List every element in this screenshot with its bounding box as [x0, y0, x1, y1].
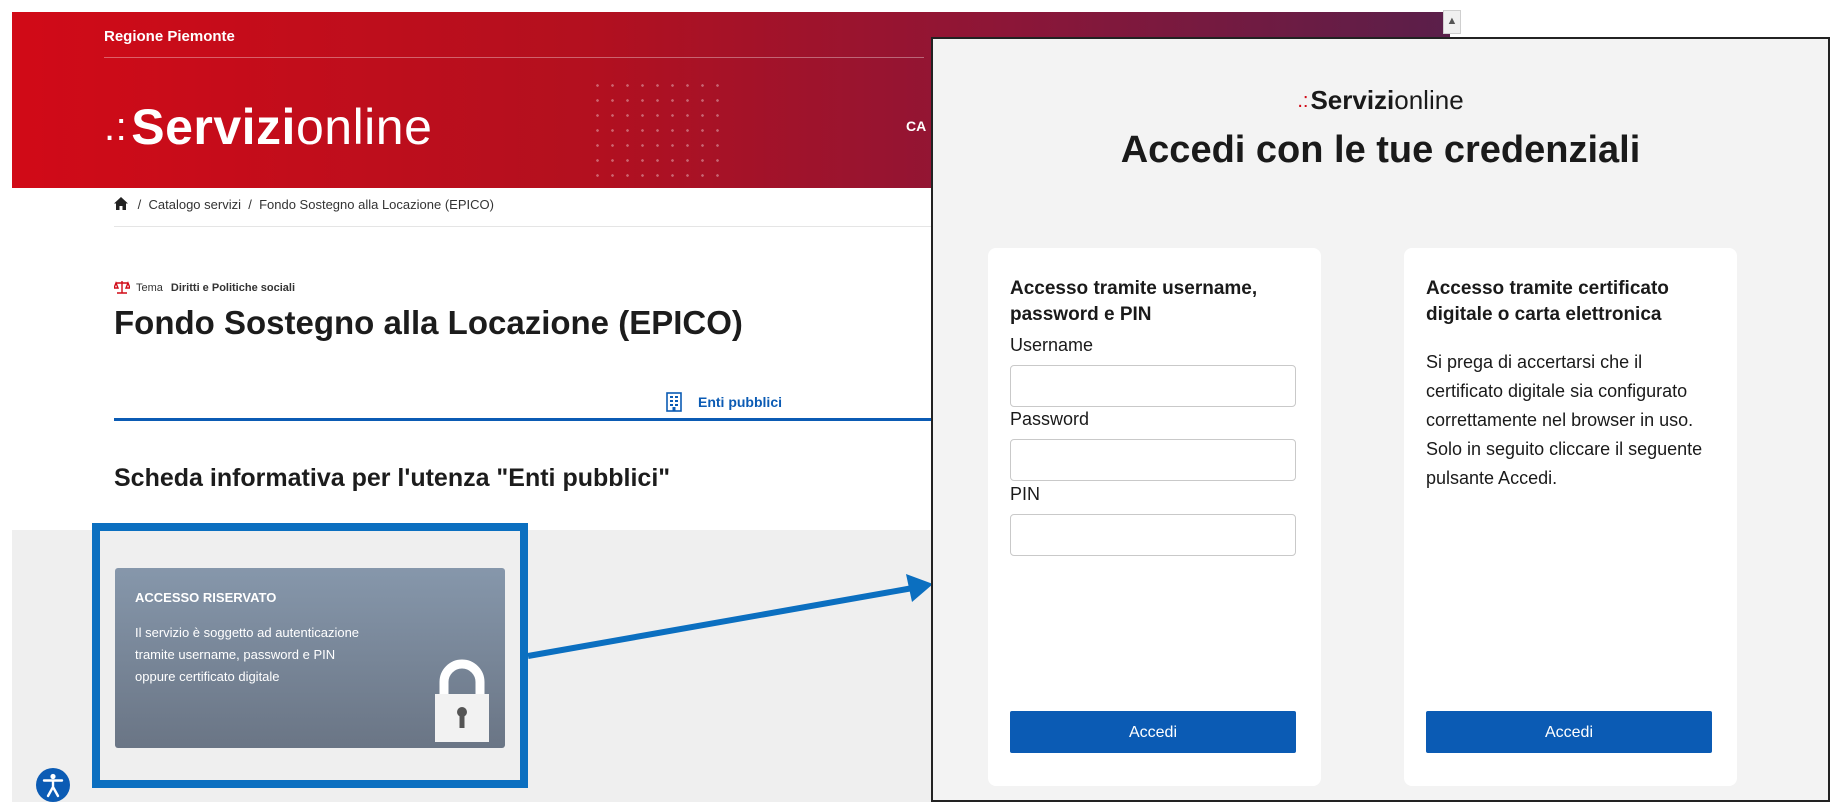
breadcrumb-divider: [114, 226, 934, 227]
certificate-instructions: Si prega di accertarsi che il certificat…: [1426, 352, 1703, 488]
breadcrumb-item-catalogo[interactable]: Catalogo servizi: [148, 197, 241, 212]
section-title: Scheda informativa per l'utenza "Enti pu…: [114, 464, 671, 492]
password-input[interactable]: [1010, 439, 1296, 481]
home-icon[interactable]: [114, 197, 128, 210]
login-dialog: .:Servizionline Accedi con le tue creden…: [931, 37, 1830, 802]
page-title: Fondo Sostegno alla Locazione (EPICO): [114, 304, 743, 341]
certificate-panel-heading: Accesso tramite certificato digitale o c…: [1426, 278, 1669, 325]
accessibility-icon[interactable]: [36, 768, 70, 802]
pin-input[interactable]: [1010, 514, 1296, 556]
dialog-title: Accedi con le tue credenziali: [1120, 129, 1641, 171]
topic-tag: Tema Diritti e Politiche sociali: [114, 280, 295, 294]
credentials-panel: Accesso tramite username, password e PIN…: [988, 248, 1321, 786]
username-input[interactable]: [1010, 365, 1296, 407]
username-label: Username: [1010, 335, 1094, 355]
region-label: Regione Piemonte: [104, 28, 235, 45]
certificate-panel: Accesso tramite certificato digitale o c…: [1404, 248, 1737, 786]
password-label: Password: [1010, 409, 1090, 429]
servizionline-logo[interactable]: .:Servizionline: [104, 98, 432, 156]
header-divider: [104, 57, 924, 58]
breadcrumb-item-current: Fondo Sostegno alla Locazione (EPICO): [259, 197, 494, 212]
building-icon: [666, 392, 682, 412]
breadcrumb: / Catalogo servizi / Fondo Sostegno alla…: [114, 197, 494, 212]
certificate-login-button[interactable]: Accedi: [1426, 711, 1712, 753]
credentials-login-button[interactable]: Accedi: [1010, 711, 1296, 753]
credentials-panel-heading: Accesso tramite username, password e PIN: [1010, 278, 1258, 325]
dialog-logo: .:Servizionline: [1297, 85, 1464, 115]
nav-catalogo-partial[interactable]: CA: [906, 118, 926, 134]
decorative-dot-grid: [590, 78, 725, 178]
tab-underline: [114, 418, 934, 421]
logo-dots-icon: .:: [1297, 90, 1309, 112]
tab-enti-pubblici[interactable]: Enti pubblici: [666, 392, 782, 412]
scale-icon: [114, 281, 130, 294]
pin-label: PIN: [1010, 484, 1041, 504]
scroll-up-arrow-icon[interactable]: ▲: [1443, 10, 1461, 34]
tab-label: Enti pubblici: [698, 394, 782, 410]
logo-dots-icon: .:: [104, 105, 128, 149]
highlight-frame: [92, 523, 528, 788]
topic-value[interactable]: Diritti e Politiche sociali: [171, 282, 295, 294]
callout-arrow: [527, 574, 933, 659]
